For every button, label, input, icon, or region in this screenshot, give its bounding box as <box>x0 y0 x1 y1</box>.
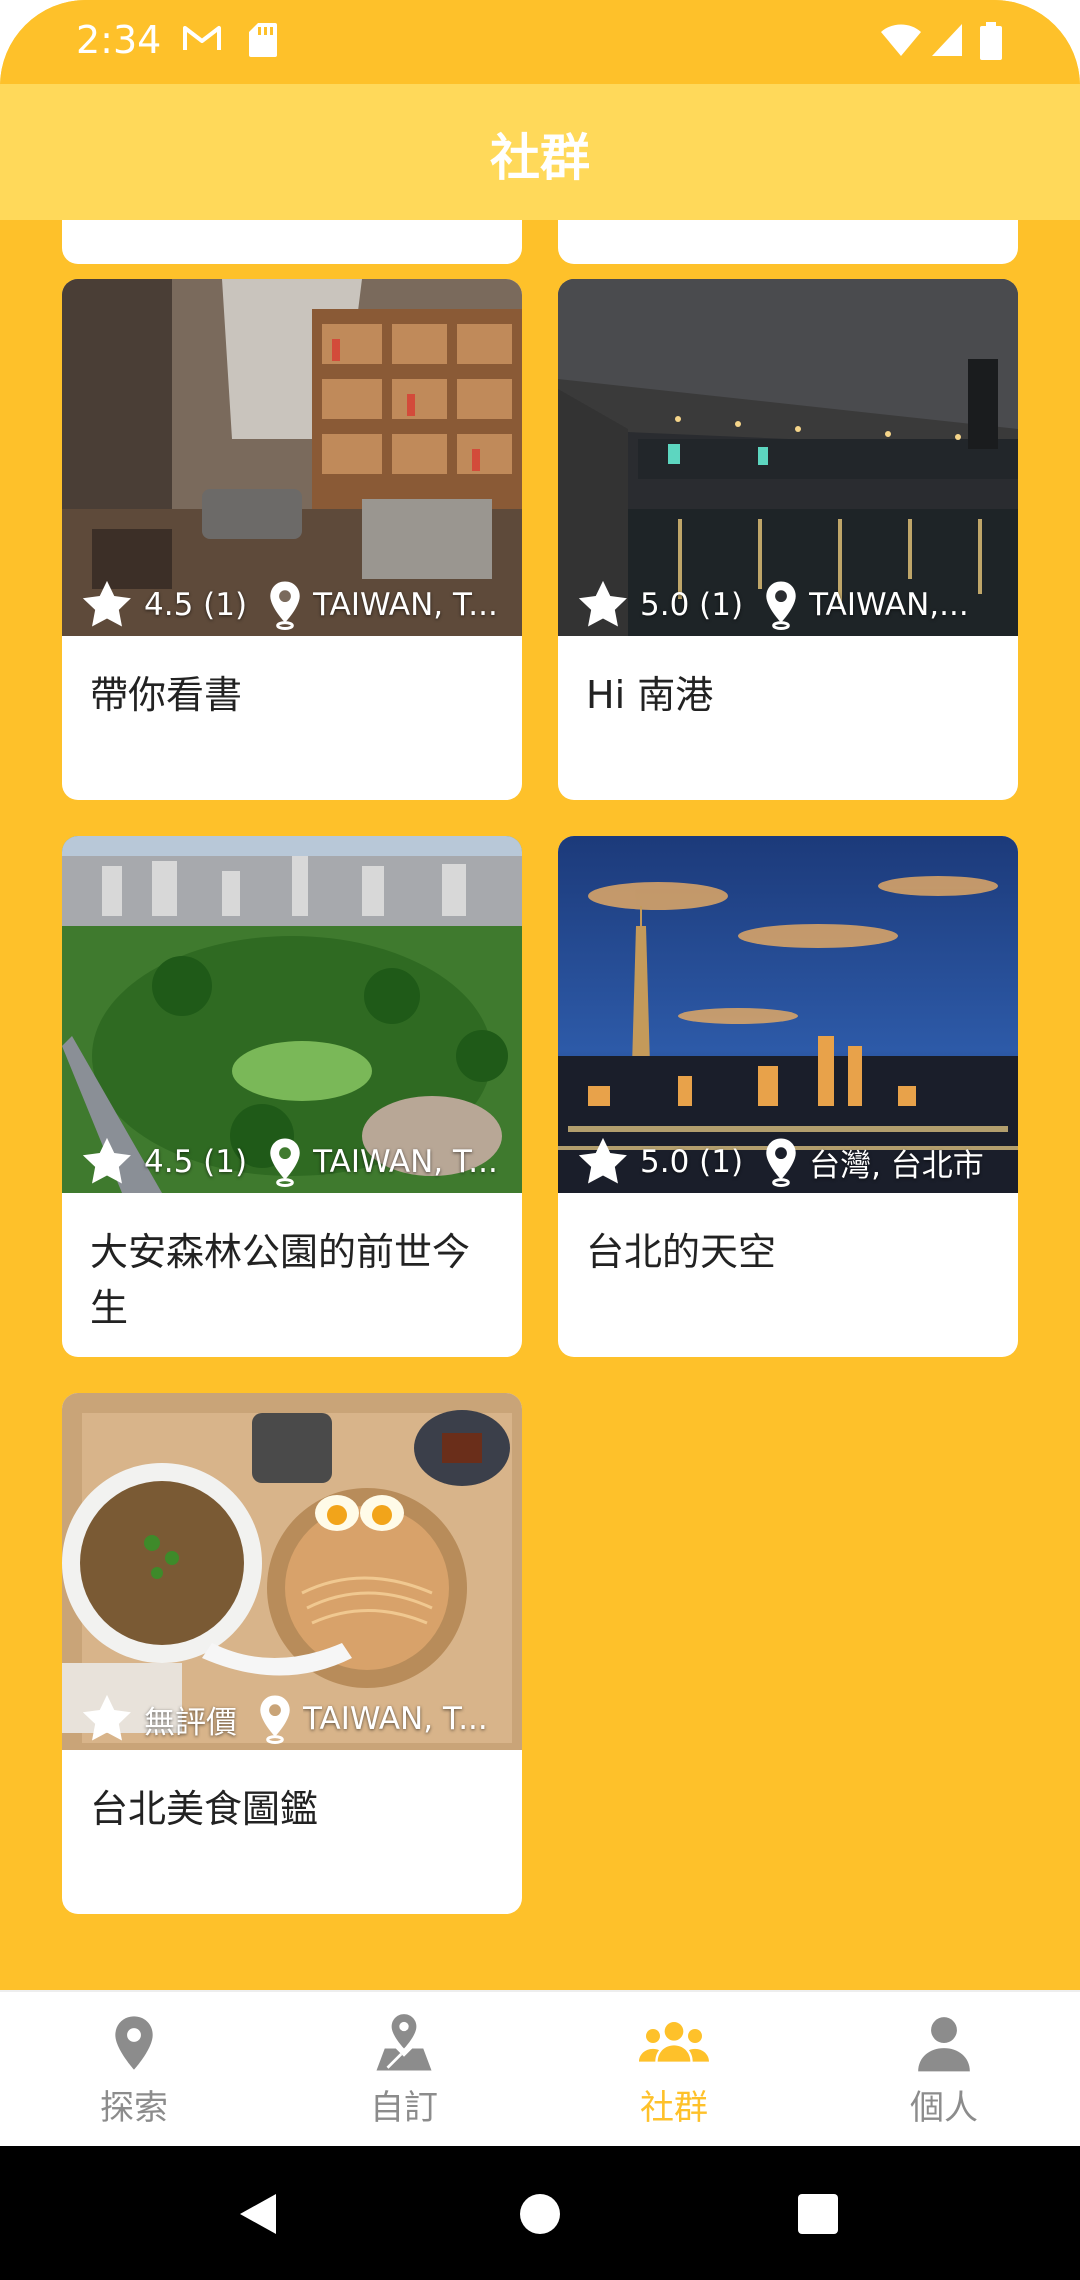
status-time: 2:34 <box>76 18 162 62</box>
card-rating: 5.0 (1) <box>640 1144 744 1180</box>
card-title: Hi 南港 <box>586 673 714 717</box>
recents-icon[interactable] <box>778 2174 858 2254</box>
nav-custom[interactable]: 自訂 <box>294 2010 514 2140</box>
card-partial-right[interactable] <box>558 220 1018 264</box>
community-card[interactable]: 5.0 (1) TAIWAN,... Hi 南港 <box>558 279 1018 800</box>
card-partial-left[interactable] <box>62 220 522 264</box>
nav-label: 個人 <box>910 2088 978 2128</box>
map-icon <box>376 2014 432 2071</box>
bottom-navigation: 探索 自訂 社群 個人 <box>0 1990 1080 2148</box>
page-title: 社群 <box>490 129 590 187</box>
back-icon[interactable] <box>218 2174 298 2254</box>
card-rating: 5.0 (1) <box>640 587 744 623</box>
card-title: 台北的天空 <box>586 1230 777 1274</box>
card-location: TAIWAN, T... <box>303 1701 488 1737</box>
location-pin-icon <box>766 581 796 630</box>
battery-icon <box>980 22 1002 64</box>
card-location: TAIWAN, T... <box>313 587 498 623</box>
group-icon <box>639 2022 709 2062</box>
sd-card-icon <box>248 22 278 62</box>
system-navigation-bar <box>0 2146 1080 2280</box>
wifi-icon <box>880 22 922 62</box>
card-meta: 4.5 (1) TAIWAN, T... <box>78 575 514 635</box>
map-pin-icon <box>115 2016 153 2070</box>
status-bar: 2:34 <box>0 0 1080 84</box>
community-card[interactable]: 4.5 (1) TAIWAN, T... 帶你看書 <box>62 279 522 800</box>
star-icon <box>82 1137 131 1184</box>
location-pin-icon <box>766 1138 796 1187</box>
card-title: 大安森林公園的前世今生 <box>90 1230 471 1330</box>
community-card[interactable]: 4.5 (1) TAIWAN, T... 大安森林公園的前世今生 <box>62 836 522 1357</box>
card-rating: 4.5 (1) <box>144 587 248 623</box>
phone-screen: 2:34 社群 4.5 (1) TAIWAN, T... 帶你看書 5.0 (1… <box>0 0 1080 2280</box>
star-icon <box>82 1694 131 1741</box>
person-icon <box>918 2017 970 2072</box>
card-meta: 5.0 (1) 台灣, 台北市 <box>574 1132 1010 1192</box>
star-icon <box>578 580 627 627</box>
card-location: 台灣, 台北市 <box>809 1147 984 1184</box>
location-pin-icon <box>260 1695 290 1744</box>
card-title: 台北美食圖鑑 <box>90 1787 319 1831</box>
app-bar: 社群 <box>0 84 1080 220</box>
community-list[interactable]: 4.5 (1) TAIWAN, T... 帶你看書 5.0 (1) TAIWAN… <box>28 220 1052 1948</box>
nav-label: 自訂 <box>370 2088 438 2128</box>
nav-profile[interactable]: 個人 <box>834 2010 1054 2140</box>
home-icon[interactable] <box>500 2174 580 2254</box>
location-pin-icon <box>270 1138 300 1187</box>
star-icon <box>82 580 131 627</box>
card-title: 帶你看書 <box>90 673 243 717</box>
card-rating: 無評價 <box>144 1704 237 1741</box>
card-meta: 5.0 (1) TAIWAN,... <box>574 575 1010 635</box>
card-location: TAIWAN, T... <box>313 1144 498 1180</box>
star-icon <box>578 1137 627 1184</box>
card-location: TAIWAN,... <box>809 587 969 623</box>
community-card[interactable]: 5.0 (1) 台灣, 台北市 台北的天空 <box>558 836 1018 1357</box>
card-meta: 4.5 (1) TAIWAN, T... <box>78 1132 514 1192</box>
nav-community[interactable]: 社群 <box>564 2010 784 2140</box>
nav-label: 探索 <box>100 2088 168 2128</box>
gmail-icon <box>182 22 222 58</box>
location-pin-icon <box>270 581 300 630</box>
community-card[interactable]: 無評價 TAIWAN, T... 台北美食圖鑑 <box>62 1393 522 1914</box>
card-meta: 無評價 TAIWAN, T... <box>78 1689 514 1749</box>
card-rating: 4.5 (1) <box>144 1144 248 1180</box>
nav-explore[interactable]: 探索 <box>24 2010 244 2140</box>
signal-icon <box>930 22 964 62</box>
nav-label: 社群 <box>640 2088 708 2128</box>
